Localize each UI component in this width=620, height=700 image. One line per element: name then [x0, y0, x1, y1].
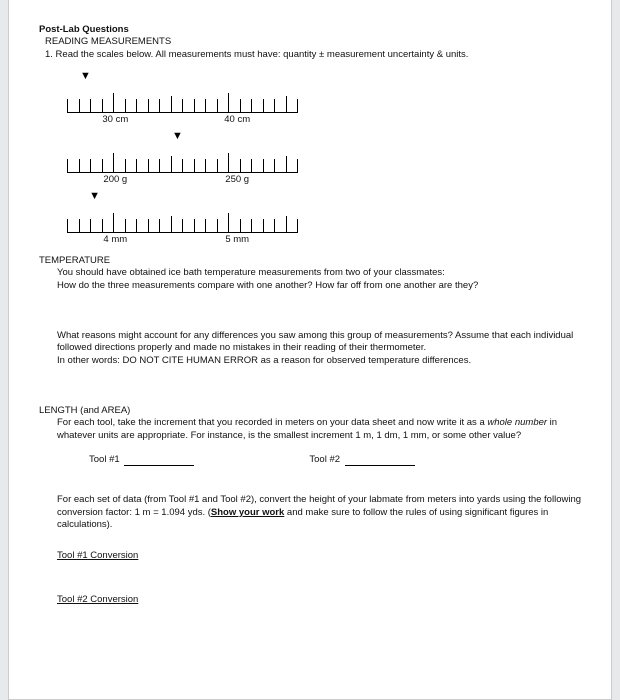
- document-page: Post-Lab Questions READING MEASUREMENTS …: [8, 0, 612, 700]
- tool1-input-line[interactable]: [124, 455, 194, 466]
- length-intro-a: For each tool, take the increment that y…: [57, 417, 487, 428]
- ruler-label-left: 30 cm: [102, 114, 128, 126]
- ruler-label-right: 250 g: [225, 174, 249, 186]
- length-intro: For each tool, take the increment that y…: [57, 417, 581, 442]
- ruler-label-right: 40 cm: [224, 114, 250, 126]
- temperature-section: TEMPERATURE You should have obtained ice…: [39, 255, 581, 367]
- question-1: 1. Read the scales below. All measuremen…: [45, 49, 581, 61]
- conversion-intro: For each set of data (from Tool #1 and T…: [57, 494, 581, 531]
- length-heading: LENGTH (and AREA): [39, 405, 581, 417]
- ruler-pointer-icon: ▼: [89, 191, 100, 202]
- temperature-p2b: In other words: DO NOT CITE HUMAN ERROR …: [57, 355, 581, 367]
- tool2-conversion-heading: Tool #2 Conversion: [57, 594, 581, 606]
- tool2-label: Tool #2: [309, 454, 340, 465]
- reading-measurements-heading: READING MEASUREMENTS: [45, 36, 581, 48]
- ruler-g: ▼200 g250 g: [67, 135, 297, 173]
- ruler-label-left: 200 g: [103, 174, 127, 186]
- temperature-p1a: You should have obtained ice bath temper…: [57, 267, 581, 279]
- ruler-pointer-icon: ▼: [172, 131, 183, 142]
- ruler-cm: ▼30 cm40 cm: [67, 75, 297, 113]
- temperature-p2a: What reasons might account for any diffe…: [57, 330, 581, 355]
- ruler-mm: ▼4 mm5 mm: [67, 195, 297, 233]
- ruler-label-right: 5 mm: [225, 234, 249, 246]
- length-section: LENGTH (and AREA) For each tool, take th…: [39, 405, 581, 606]
- section-title: Post-Lab Questions: [39, 24, 581, 36]
- tool1-label: Tool #1: [89, 454, 120, 465]
- ruler-pointer-icon: ▼: [80, 71, 91, 82]
- tool1-conversion-heading: Tool #1 Conversion: [57, 550, 581, 562]
- temperature-p1b: How do the three measurements compare wi…: [57, 280, 581, 292]
- temperature-heading: TEMPERATURE: [39, 255, 581, 267]
- ruler-label-left: 4 mm: [103, 234, 127, 246]
- rulers-group: ▼30 cm40 cm ▼200 g250 g ▼4 mm5 mm: [67, 75, 581, 233]
- tool2-input-line[interactable]: [345, 455, 415, 466]
- show-your-work-text: Show your work: [211, 507, 284, 518]
- tool-fields-row: Tool #1 Tool #2: [89, 454, 581, 466]
- length-intro-italic: whole number: [487, 417, 547, 428]
